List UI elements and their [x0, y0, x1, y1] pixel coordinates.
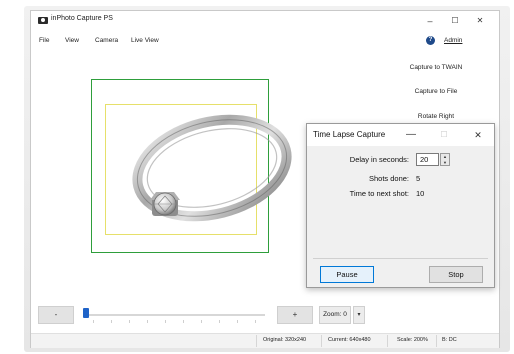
capture-to-file-button[interactable]: Capture to File — [376, 83, 496, 101]
slider-tick — [255, 320, 256, 323]
slider-tick — [129, 320, 130, 323]
dialog-divider — [313, 258, 488, 259]
zoom-in-button[interactable]: + — [277, 306, 313, 324]
dialog-maximize-button: ☐ — [440, 130, 448, 139]
menu-file[interactable]: File — [39, 37, 49, 44]
status-separator — [256, 335, 257, 347]
ring-photo — [132, 114, 292, 222]
delay-label: Delay in seconds: — [349, 155, 409, 164]
dialog-title-bar: Time Lapse Capture — ☐ ✕ — [307, 124, 494, 146]
chevron-down-icon[interactable]: ▾ — [353, 306, 365, 324]
shots-done-label: Shots done: — [368, 174, 409, 183]
slider-tick — [111, 320, 112, 323]
slider-tick — [201, 320, 202, 323]
status-bdc: B: DC — [442, 337, 457, 343]
slider-tick — [219, 320, 220, 323]
minimize-button[interactable]: – — [419, 14, 441, 28]
time-lapse-dialog: Time Lapse Capture — ☐ ✕ Delay in second… — [306, 123, 495, 288]
status-separator — [436, 335, 437, 347]
status-separator — [321, 335, 322, 347]
time-to-next-value: 10 — [416, 189, 425, 198]
help-icon[interactable]: ? — [426, 36, 435, 45]
slider-tick — [147, 320, 148, 323]
zoom-out-button[interactable]: - — [38, 306, 74, 324]
zoom-slider-thumb[interactable] — [83, 308, 89, 318]
pause-button[interactable]: Pause — [320, 266, 374, 283]
slider-tick — [183, 320, 184, 323]
status-current-size: Current: 640x480 — [328, 337, 371, 343]
status-original-size: Original: 320x240 — [263, 337, 307, 343]
dialog-minimize-button[interactable]: — — [401, 127, 421, 143]
menu-camera[interactable]: Camera — [95, 37, 118, 44]
zoom-level-select[interactable]: Zoom: 0 — [319, 306, 351, 324]
spin-down-icon[interactable]: ▼ — [441, 160, 449, 166]
status-separator — [387, 335, 388, 347]
slider-tick — [93, 320, 94, 323]
dialog-close-button[interactable]: ✕ — [468, 127, 488, 143]
menu-live-view[interactable]: Live View — [131, 37, 159, 44]
admin-link[interactable]: Admin — [444, 37, 462, 44]
slider-tick — [165, 320, 166, 323]
stop-button[interactable]: Stop — [429, 266, 483, 283]
zoom-slider-track[interactable] — [83, 314, 265, 316]
maximize-button[interactable]: ☐ — [444, 14, 466, 28]
window-title: inPhoto Capture PS — [51, 15, 113, 22]
dialog-title: Time Lapse Capture — [313, 130, 386, 139]
status-bar: Original: 320x240 Current: 640x480 Scale… — [31, 333, 499, 348]
camera-app-icon — [38, 17, 48, 24]
menu-view[interactable]: View — [65, 37, 79, 44]
time-to-next-label: Time to next shot: — [349, 189, 409, 198]
diamond-setting — [150, 192, 180, 216]
capture-to-twain-button[interactable]: Capture to TWAIN — [376, 59, 496, 77]
delay-seconds-input[interactable]: 20 — [416, 153, 439, 166]
shots-done-value: 5 — [416, 174, 421, 183]
zoom-toolbar: - + Zoom: 0 ▾ — [31, 297, 376, 331]
slider-tick — [237, 320, 238, 323]
status-scale: Scale: 200% — [397, 337, 428, 343]
delay-spinner[interactable]: ▲ ▼ — [440, 153, 450, 166]
title-bar: inPhoto Capture PS – ☐ ✕ — [31, 11, 499, 31]
close-button[interactable]: ✕ — [469, 14, 491, 28]
